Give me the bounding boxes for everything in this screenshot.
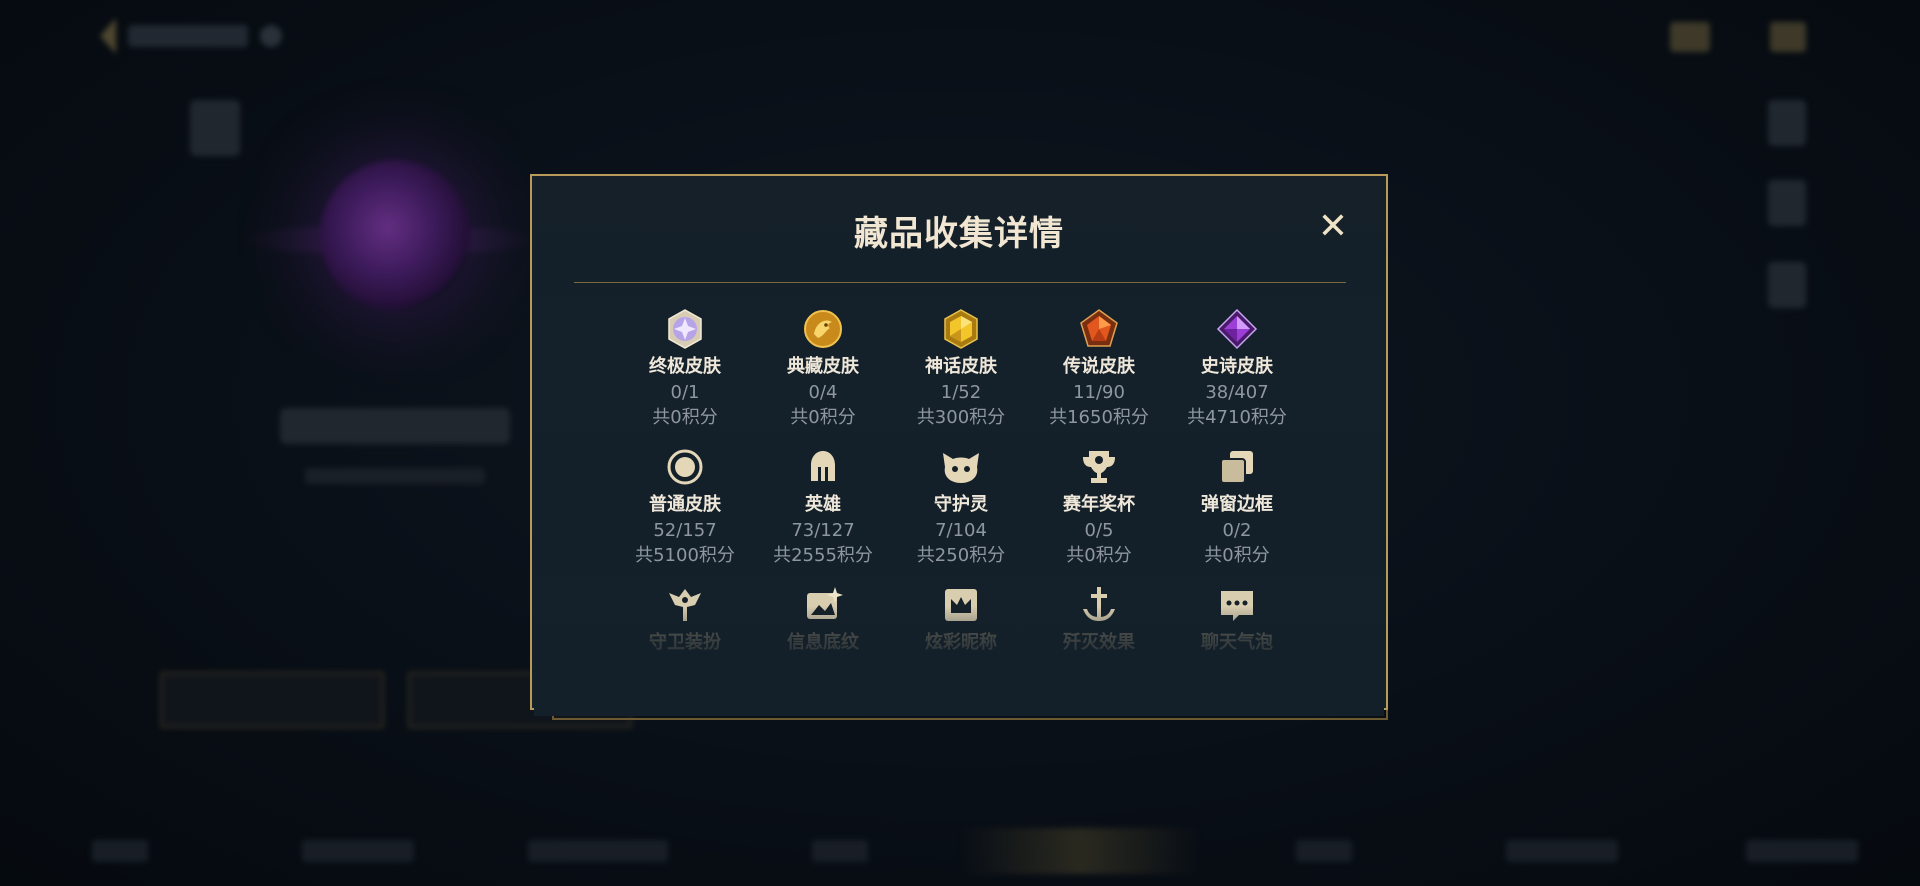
- item-count: 7/104: [935, 520, 987, 541]
- item-count: 38/407: [1205, 382, 1269, 403]
- collection-item-season-trophies[interactable]: 赛年奖杯 0/5 共0积分: [1030, 444, 1168, 568]
- chat-bubble-icon: [1214, 582, 1260, 628]
- epic-gem-icon: [1214, 306, 1260, 352]
- item-label: 终极皮肤: [649, 356, 721, 377]
- item-label: 炫彩昵称: [925, 632, 997, 653]
- collection-item-epic-skins[interactable]: 史诗皮肤 38/407 共4710积分: [1168, 306, 1306, 430]
- collection-item-normal-skins[interactable]: 普通皮肤 52/157 共5100积分: [616, 444, 754, 568]
- close-icon: ✕: [1317, 206, 1349, 247]
- item-points: 共300积分: [916, 407, 1006, 428]
- collection-item-annihilation-effects[interactable]: 歼灭效果: [1030, 582, 1168, 706]
- collection-item-mythic-skins[interactable]: 神话皮肤 1/52 共300积分: [892, 306, 1030, 430]
- collection-item-ward-skins[interactable]: 守卫装扮: [616, 582, 754, 706]
- item-points: 共0积分: [652, 407, 718, 428]
- collection-item-legendary-skins[interactable]: 传说皮肤 11/90 共1650积分: [1030, 306, 1168, 430]
- item-label: 史诗皮肤: [1201, 356, 1273, 377]
- collection-item-popup-frames[interactable]: 弹窗边框 0/2 共0积分: [1168, 444, 1306, 568]
- item-count: 0/5: [1084, 520, 1114, 541]
- item-points: 共5100积分: [635, 545, 735, 566]
- item-label: 聊天气泡: [1201, 632, 1273, 653]
- item-label: 信息底纹: [787, 632, 859, 653]
- ward-icon: [662, 582, 708, 628]
- screen: 藏品收集详情 ✕ 终极皮肤 0/1 共0积分 典藏皮肤 0/4 共0积分 神话皮…: [0, 0, 1920, 886]
- prestige-dragon-icon: [800, 306, 846, 352]
- collection-grid: 终极皮肤 0/1 共0积分 典藏皮肤 0/4 共0积分 神话皮肤 1/52 共3…: [616, 306, 1306, 706]
- collection-item-little-legends[interactable]: 守护灵 7/104 共250积分: [892, 444, 1030, 568]
- item-label: 普通皮肤: [649, 494, 721, 515]
- title-divider: [574, 282, 1346, 283]
- dialog-bottom-edge: [552, 710, 1388, 720]
- item-points: 共4710积分: [1187, 407, 1287, 428]
- item-label: 英雄: [805, 494, 841, 515]
- cat-face-icon: [938, 444, 984, 490]
- collection-item-champions[interactable]: 英雄 73/127 共2555积分: [754, 444, 892, 568]
- item-label: 弹窗边框: [1201, 494, 1273, 515]
- item-count: 73/127: [791, 520, 855, 541]
- item-points: 共2555积分: [773, 545, 873, 566]
- collection-item-chat-bubbles[interactable]: 聊天气泡: [1168, 582, 1306, 706]
- ring-icon: [662, 444, 708, 490]
- item-points: 共1650积分: [1049, 407, 1149, 428]
- close-button[interactable]: ✕: [1316, 209, 1350, 245]
- item-label: 神话皮肤: [925, 356, 997, 377]
- item-points: 共0积分: [1066, 545, 1132, 566]
- collection-details-dialog: 藏品收集详情 ✕ 终极皮肤 0/1 共0积分 典藏皮肤 0/4 共0积分 神话皮…: [530, 174, 1388, 720]
- item-count: 0/4: [808, 382, 838, 403]
- item-count: 11/90: [1073, 382, 1125, 403]
- crown-card-icon: [938, 582, 984, 628]
- dialog-title: 藏品收集详情: [854, 214, 1064, 254]
- item-label: 典藏皮肤: [787, 356, 859, 377]
- item-count: 52/157: [653, 520, 717, 541]
- mythic-gem-icon: [938, 306, 984, 352]
- item-points: 共250积分: [916, 545, 1006, 566]
- item-count: 1/52: [940, 382, 982, 403]
- item-label: 赛年奖杯: [1063, 494, 1135, 515]
- anchor-sword-icon: [1076, 582, 1122, 628]
- item-points: 共0积分: [1204, 545, 1270, 566]
- ultimate-gem-icon: [662, 306, 708, 352]
- helmet-icon: [800, 444, 846, 490]
- item-label: 传说皮肤: [1063, 356, 1135, 377]
- item-label: 守护灵: [934, 494, 988, 515]
- item-points: 共0积分: [790, 407, 856, 428]
- item-label: 守卫装扮: [649, 632, 721, 653]
- collection-item-prestige-skins[interactable]: 典藏皮肤 0/4 共0积分: [754, 306, 892, 430]
- legendary-gem-icon: [1076, 306, 1122, 352]
- collection-item-profile-banners[interactable]: 信息底纹: [754, 582, 892, 706]
- collection-item-ultimate-skins[interactable]: 终极皮肤 0/1 共0积分: [616, 306, 754, 430]
- trophy-icon: [1076, 444, 1122, 490]
- item-count: 0/2: [1222, 520, 1252, 541]
- item-count: 0/1: [670, 382, 700, 403]
- stacked-frames-icon: [1214, 444, 1260, 490]
- collection-item-colorful-nicknames[interactable]: 炫彩昵称: [892, 582, 1030, 706]
- banner-sparkle-icon: [800, 582, 846, 628]
- item-label: 歼灭效果: [1063, 632, 1135, 653]
